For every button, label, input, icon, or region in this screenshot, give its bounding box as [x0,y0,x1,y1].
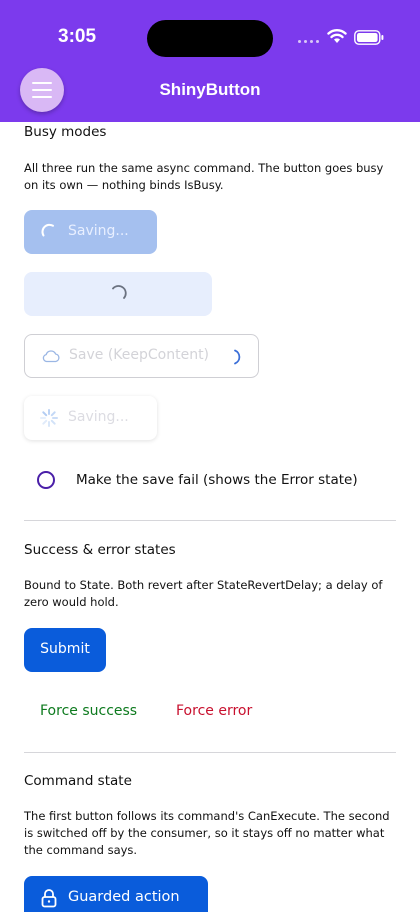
force-error-button[interactable]: Force error [176,703,252,719]
spinner-busy-button[interactable]: Saving... [24,210,157,254]
spinner-icon [112,285,127,299]
dots-busy-button[interactable]: Saving... [24,396,157,440]
cellular-signal-icon [298,38,320,44]
submit-button[interactable]: Submit [24,628,106,672]
activity-indicator-icon [40,409,58,427]
command-state-description: The first button follows its command's C… [24,809,390,857]
command-state-heading: Command state [24,773,132,789]
busy-modes-description: All three run the same async command. Th… [24,161,384,192]
status-time: 3:05 [58,26,97,47]
replace-content-busy-button[interactable] [24,272,212,316]
fail-toggle-label[interactable]: Make the save fail (shows the Error stat… [76,472,358,488]
dynamic-island [147,20,273,57]
spinner-busy-label: Saving... [68,223,129,239]
status-bar: 3:05 [0,0,420,70]
success-error-heading: Success & error states [24,542,176,558]
divider [24,520,396,521]
lock-icon [41,889,57,908]
fail-toggle-radio[interactable] [37,471,55,489]
dots-busy-label: Saving... [68,409,129,425]
app-title: ShinyButton [159,80,261,99]
submit-label: Submit [40,641,90,657]
spinner-icon [234,349,241,365]
wifi-icon [327,29,347,43]
keep-content-busy-button[interactable]: Save (KeepContent) [24,334,259,378]
keep-content-label: Save (KeepContent) [69,347,210,363]
battery-icon [354,30,384,45]
busy-modes-heading: Busy modes [24,124,107,140]
force-success-button[interactable]: Force success [40,703,137,719]
spinner-icon [41,223,54,237]
cloud-icon [42,350,60,363]
divider [24,752,396,753]
success-error-description: Bound to State. Both revert after StateR… [24,578,383,609]
guarded-action-button[interactable]: Guarded action [24,876,208,912]
guarded-action-label: Guarded action [68,889,180,905]
